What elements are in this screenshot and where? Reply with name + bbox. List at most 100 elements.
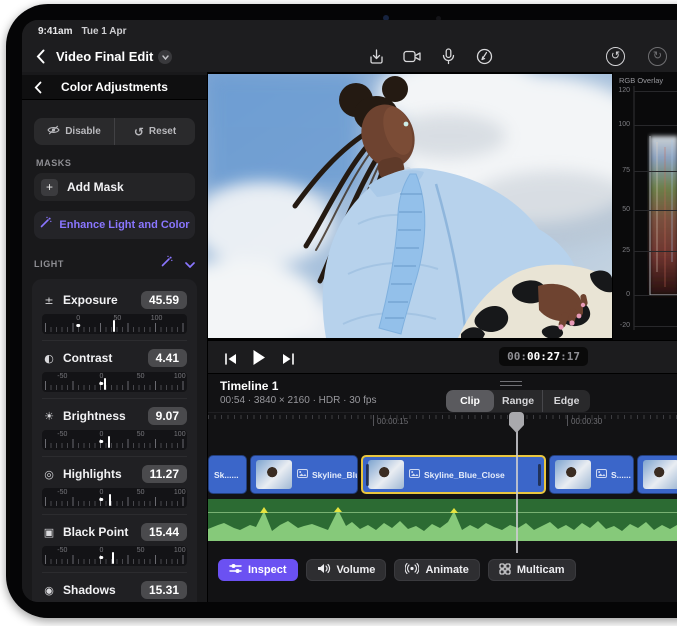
clip-sk[interactable]: Sk...... (208, 455, 247, 494)
mode-edge[interactable]: Edge (542, 390, 590, 412)
light-section-header: LIGHT (34, 255, 195, 273)
audio-track[interactable] (208, 499, 677, 541)
skip-to-end-icon[interactable] (282, 352, 295, 370)
scope-tick-label: 100 (613, 121, 630, 128)
edit-mode-segmented-control: ClipRangeEdge (446, 390, 590, 412)
import-icon[interactable] (366, 46, 387, 67)
clip-label: Skyline_Blue_Close (409, 469, 505, 480)
ruler-timecode-label: 00:00:15 (377, 417, 408, 426)
back-icon[interactable] (36, 49, 45, 69)
plus-icon: + (41, 179, 58, 196)
app-window: 9:41am Tue 1 Apr Video Final Edit ↺ ↻ (22, 20, 677, 602)
timeline-panel: Timeline 1 00:54 · 3840 × 2160 · HDR · 3… (208, 374, 677, 602)
scope-gridline (634, 326, 677, 327)
clip-skyline-blue-close[interactable]: Skyline_Blue_Close (361, 455, 546, 494)
ipad-bezel: 9:41am Tue 1 Apr Video Final Edit ↺ ↻ (6, 4, 677, 618)
slider-dial[interactable]: -50050100 (42, 488, 187, 508)
project-title[interactable]: Video Final Edit (56, 49, 153, 64)
timecode-main: 00:27 (527, 350, 560, 363)
timeline-ruler[interactable]: 00:00:15 00:00:30 (208, 412, 677, 428)
undo-icon[interactable]: ↺ (606, 47, 625, 66)
camera-icon[interactable] (402, 46, 423, 67)
sliders-card: ± Exposure 45.59 050100 ◐ Contrast 4.41 … (32, 279, 197, 602)
magic-wand-icon (39, 216, 52, 234)
collapse-chevron-icon[interactable] (185, 255, 195, 273)
reset-button[interactable]: ↺ Reset (114, 118, 195, 145)
slider-dial[interactable]: -50050100 (42, 372, 187, 392)
slider-value-badge[interactable]: 11.27 (142, 465, 187, 483)
volume-button[interactable]: Volume (306, 559, 387, 581)
slider-header: ± Exposure 45.59 (42, 291, 187, 309)
slider-header: ◎ Highlights 11.27 (42, 465, 187, 483)
dial-value-marker[interactable] (109, 494, 111, 506)
slider-name: Brightness (63, 409, 126, 423)
masks-section-label: MASKS (36, 158, 207, 168)
ruler-timecode-label: 00:00:30 (571, 417, 602, 426)
slider-name: Exposure (63, 293, 118, 307)
pencil-draw-icon[interactable] (474, 46, 495, 67)
dial-value-marker[interactable] (104, 378, 106, 390)
dial-zero-dot (77, 324, 81, 328)
slider-dial[interactable]: 050100 (42, 314, 187, 334)
dial-tick-label: 50 (137, 547, 145, 554)
slider-header: ▣ Black Point 15.44 (42, 523, 187, 541)
slider-value-badge[interactable]: 45.59 (141, 291, 187, 309)
inspect-button[interactable]: Inspect (218, 559, 298, 581)
add-mask-button[interactable]: + Add Mask (34, 173, 195, 201)
scope-gridline (634, 125, 677, 126)
scope-gridline (634, 171, 677, 172)
dial-value-marker[interactable] (112, 552, 114, 564)
top-toolbar: Video Final Edit ↺ ↻ (22, 42, 677, 72)
timeline-name[interactable]: Timeline 1 (220, 379, 278, 393)
skip-to-start-icon[interactable] (224, 352, 237, 370)
animate-button[interactable]: Animate (394, 559, 479, 581)
trim-handle-l[interactable] (366, 464, 369, 486)
status-date: Tue 1 Apr (81, 26, 126, 37)
dial-tick-label: -50 (57, 547, 67, 554)
scope-tick-label: 0 (613, 291, 630, 298)
clip-s[interactable]: S...... (549, 455, 634, 494)
photo-icon (297, 469, 308, 480)
clip-partial-4[interactable] (637, 455, 677, 494)
enhance-label: Enhance Light and Color (59, 219, 189, 231)
preview-row: RGB Overlay (208, 72, 677, 340)
multicam-icon (499, 563, 511, 578)
slider-name: Shadows (63, 583, 116, 597)
disable-button[interactable]: Disable (34, 118, 114, 145)
timecode-display[interactable]: 00:00:27:17 (499, 347, 588, 366)
panel-drag-handle[interactable] (500, 381, 522, 386)
trim-handle-r[interactable] (538, 464, 541, 486)
timecode-suffix: :17 (560, 350, 580, 363)
multicam-button[interactable]: Multicam (488, 559, 576, 581)
slider-value-badge[interactable]: 15.31 (141, 581, 187, 599)
panel-back-icon[interactable] (34, 81, 42, 99)
eye-off-icon (47, 125, 60, 138)
slider-header: ◉ Shadows 15.31 (42, 581, 187, 599)
color-adjustments-panel: Color Adjustments Disable ↺ Reset MASKS (22, 72, 208, 602)
redo-icon[interactable]: ↻ (648, 47, 667, 66)
dial-value-marker[interactable] (113, 320, 115, 332)
auto-enhance-icon[interactable] (160, 255, 173, 273)
slider-value-badge[interactable]: 9.07 (148, 407, 187, 425)
audio-waveform (208, 499, 677, 541)
dial-tick-label: 50 (137, 431, 145, 438)
enhance-light-color-button[interactable]: Enhance Light and Color (34, 211, 195, 239)
mode-range[interactable]: Range (494, 390, 542, 412)
project-menu-chevron-icon[interactable] (158, 50, 172, 64)
video-viewer[interactable] (208, 72, 612, 340)
timeline-action-bar: Inspect Volume Animate Multicam (218, 559, 576, 581)
slider-dial[interactable]: -50050100 (42, 546, 187, 566)
slider-value-badge[interactable]: 15.44 (141, 523, 187, 541)
dial-value-marker[interactable] (108, 436, 110, 448)
reset-icon: ↺ (134, 125, 144, 139)
mode-clip[interactable]: Clip (446, 390, 494, 412)
play-icon[interactable] (252, 349, 266, 371)
clip-skyline-blue-wide[interactable]: Skyline_Blue_Wide (250, 455, 358, 494)
ruler-major-tick (373, 415, 374, 426)
slider-header: ☀ Brightness 9.07 (42, 407, 187, 425)
scope-tick-label: 50 (613, 206, 630, 213)
scope-tick-label: 25 (613, 247, 630, 254)
microphone-icon[interactable] (438, 46, 459, 67)
slider-dial[interactable]: -50050100 (42, 430, 187, 450)
slider-value-badge[interactable]: 4.41 (148, 349, 187, 367)
